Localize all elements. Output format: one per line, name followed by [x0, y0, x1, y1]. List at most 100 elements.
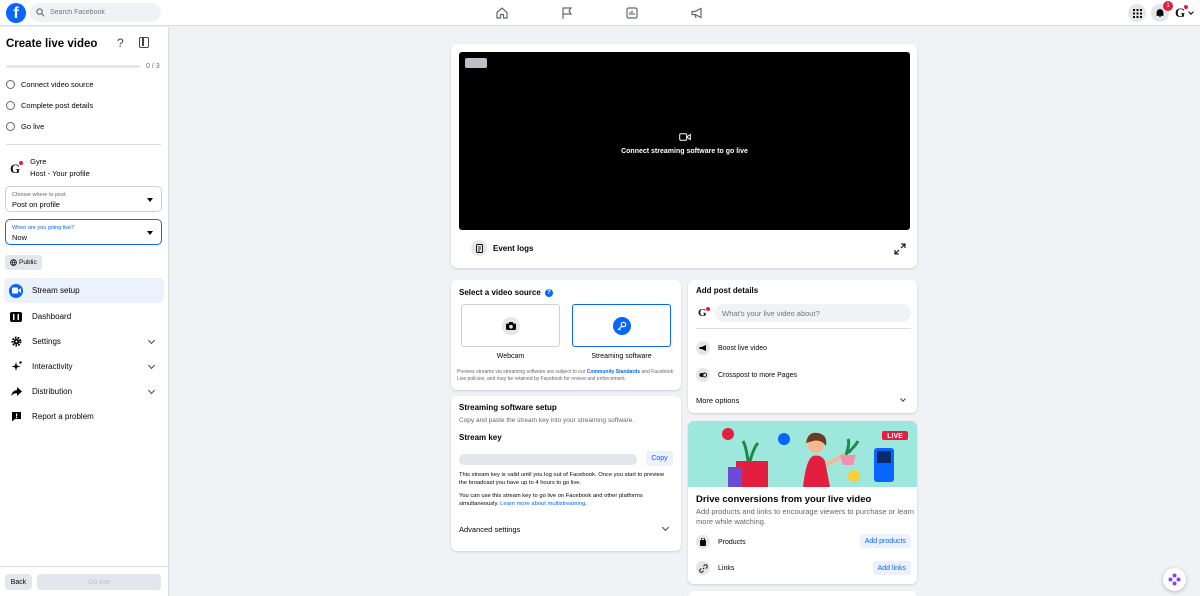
profile-avatar: G [1175, 5, 1189, 20]
go-live-time-select[interactable]: When are you going live? Now [5, 219, 162, 245]
post-location-select[interactable]: Choose where to post Post on profile [5, 186, 162, 212]
back-button[interactable]: Back [5, 574, 32, 590]
policy-fine-print: Preview streams via streaming software a… [457, 369, 675, 383]
caret-down-icon [147, 198, 153, 202]
progress-label: 0 / 3 [146, 63, 160, 70]
select-label: Choose where to post [12, 192, 66, 198]
post-description-field[interactable] [715, 304, 911, 322]
add-links-button[interactable]: Add links [872, 561, 911, 575]
step-radio [6, 80, 15, 89]
divider [696, 328, 911, 329]
video-camera-icon [9, 283, 23, 298]
pages-flag-icon[interactable] [560, 6, 574, 20]
host-role: Host - Your profile [30, 169, 90, 178]
notification-badge: 1 [1163, 1, 1173, 11]
step-radio [6, 122, 15, 131]
video-camera-icon [678, 133, 691, 141]
webcam-label: Webcam [496, 353, 525, 360]
sidebar-item-distribution[interactable]: Distribution [4, 379, 164, 404]
audience-label: Public [19, 259, 37, 266]
streaming-software-option[interactable] [572, 304, 671, 347]
sidebar-item-report-a-problem[interactable]: Report a problem [4, 404, 164, 429]
help-icon[interactable]: ? [117, 36, 124, 50]
community-standards-link[interactable]: Community Standards [587, 369, 640, 375]
assistant-button[interactable] [1163, 568, 1186, 591]
promo-title: Drive conversions from your live video [696, 494, 872, 505]
video-preview: Connect streaming software to go live [459, 52, 910, 230]
camera-icon [501, 316, 520, 335]
post-description-input[interactable] [722, 308, 902, 318]
home-icon[interactable] [495, 6, 509, 20]
streaming-software-label: Streaming software [591, 353, 652, 360]
multistreaming-note: You can use this stream key to go live o… [459, 492, 664, 509]
sidebar-item-label: Settings [32, 337, 61, 346]
expand-icon[interactable] [894, 243, 906, 255]
profile-button[interactable]: G [1175, 5, 1194, 21]
sidebar-item-dashboard[interactable]: Dashboard [4, 304, 164, 329]
page-title: Create live video [6, 38, 98, 50]
multistreaming-link[interactable]: Learn more about multistreaming [500, 501, 585, 507]
chevron-down-icon[interactable] [661, 523, 670, 532]
chevron-down-icon[interactable] [900, 396, 906, 402]
dashboard-icon [9, 310, 23, 324]
create-live-sidebar: Create live video ? 0 / 3 Connect video … [0, 27, 169, 596]
sidebar-item-stream-setup[interactable]: Stream setup [4, 278, 164, 303]
divider [6, 144, 161, 145]
insights-chart-icon[interactable] [625, 6, 639, 20]
advanced-settings-toggle[interactable]: Advanced settings [459, 525, 520, 534]
host-avatar: G [10, 161, 24, 176]
step-label: Complete post details [21, 101, 94, 110]
stream-key-label: Stream key [459, 433, 502, 442]
boost-live-video-button[interactable]: Boost live video [696, 341, 767, 355]
event-logs-button[interactable]: Event logs [471, 240, 533, 256]
megaphone-icon[interactable] [690, 6, 704, 20]
crosspost-label: Crosspost to more Pages [718, 371, 797, 379]
stream-key-field[interactable] [459, 454, 637, 465]
search-box[interactable] [30, 3, 161, 22]
sidebar-item-label: Report a problem [32, 412, 94, 421]
audience-button[interactable]: Public [5, 255, 42, 270]
copy-stream-key-button[interactable]: Copy [646, 451, 673, 466]
fine-print-text: Preview streams via streaming software a… [457, 369, 587, 375]
facebook-logo[interactable]: f [6, 3, 26, 23]
collapse-panel-icon[interactable] [139, 37, 149, 48]
chevron-down-icon [147, 386, 156, 395]
go-live-button[interactable]: Go live [37, 574, 161, 590]
step-go-live[interactable]: Go live [6, 122, 44, 131]
card-title: Select a video source [459, 288, 541, 297]
sidebar-item-settings[interactable]: Settings [4, 329, 164, 354]
select-value: Post on profile [12, 200, 60, 209]
sidebar-item-interactivity[interactable]: Interactivity [4, 354, 164, 379]
step-connect-video-source[interactable]: Connect video source [6, 80, 94, 89]
crosspost-button[interactable]: Crosspost to more Pages [696, 368, 797, 382]
sidebar-item-label: Dashboard [32, 312, 72, 321]
webcam-option[interactable] [461, 304, 560, 347]
next-card [688, 591, 917, 596]
notifications-button[interactable]: 1 [1151, 1, 1173, 22]
boost-label: Boost live video [718, 344, 768, 352]
chevron-down-icon [147, 336, 156, 345]
search-input[interactable] [50, 9, 150, 16]
author-avatar: G [698, 307, 710, 319]
sidebar-item-label: Stream setup [32, 286, 80, 295]
sparkle-flower-icon [1168, 573, 1181, 586]
promo-illustration: LIVE [688, 421, 917, 487]
info-icon[interactable]: ? [544, 288, 553, 297]
top-navigation-bar: f 1 G [0, 0, 1200, 26]
more-options-toggle[interactable]: More options [696, 396, 739, 405]
crosspost-icon [696, 368, 710, 382]
video-source-card: Select a video source ? Webcam Streaming… [451, 280, 681, 390]
sidebar-item-label: Distribution [32, 387, 73, 396]
grid-icon [1132, 8, 1142, 18]
link-icon [696, 561, 710, 575]
post-details-card: Add post details G Boost live video Cros… [688, 280, 917, 413]
sidebar-footer: Back Go live [0, 566, 169, 596]
step-radio [6, 101, 15, 110]
add-products-button[interactable]: Add products [859, 534, 911, 548]
menu-grid-button[interactable] [1128, 4, 1146, 22]
step-complete-post-details[interactable]: Complete post details [6, 101, 93, 110]
preview-status-tag [465, 58, 487, 68]
gear-icon [9, 335, 23, 349]
progress-bar [6, 65, 140, 68]
card-title: Streaming software setup [459, 403, 557, 412]
